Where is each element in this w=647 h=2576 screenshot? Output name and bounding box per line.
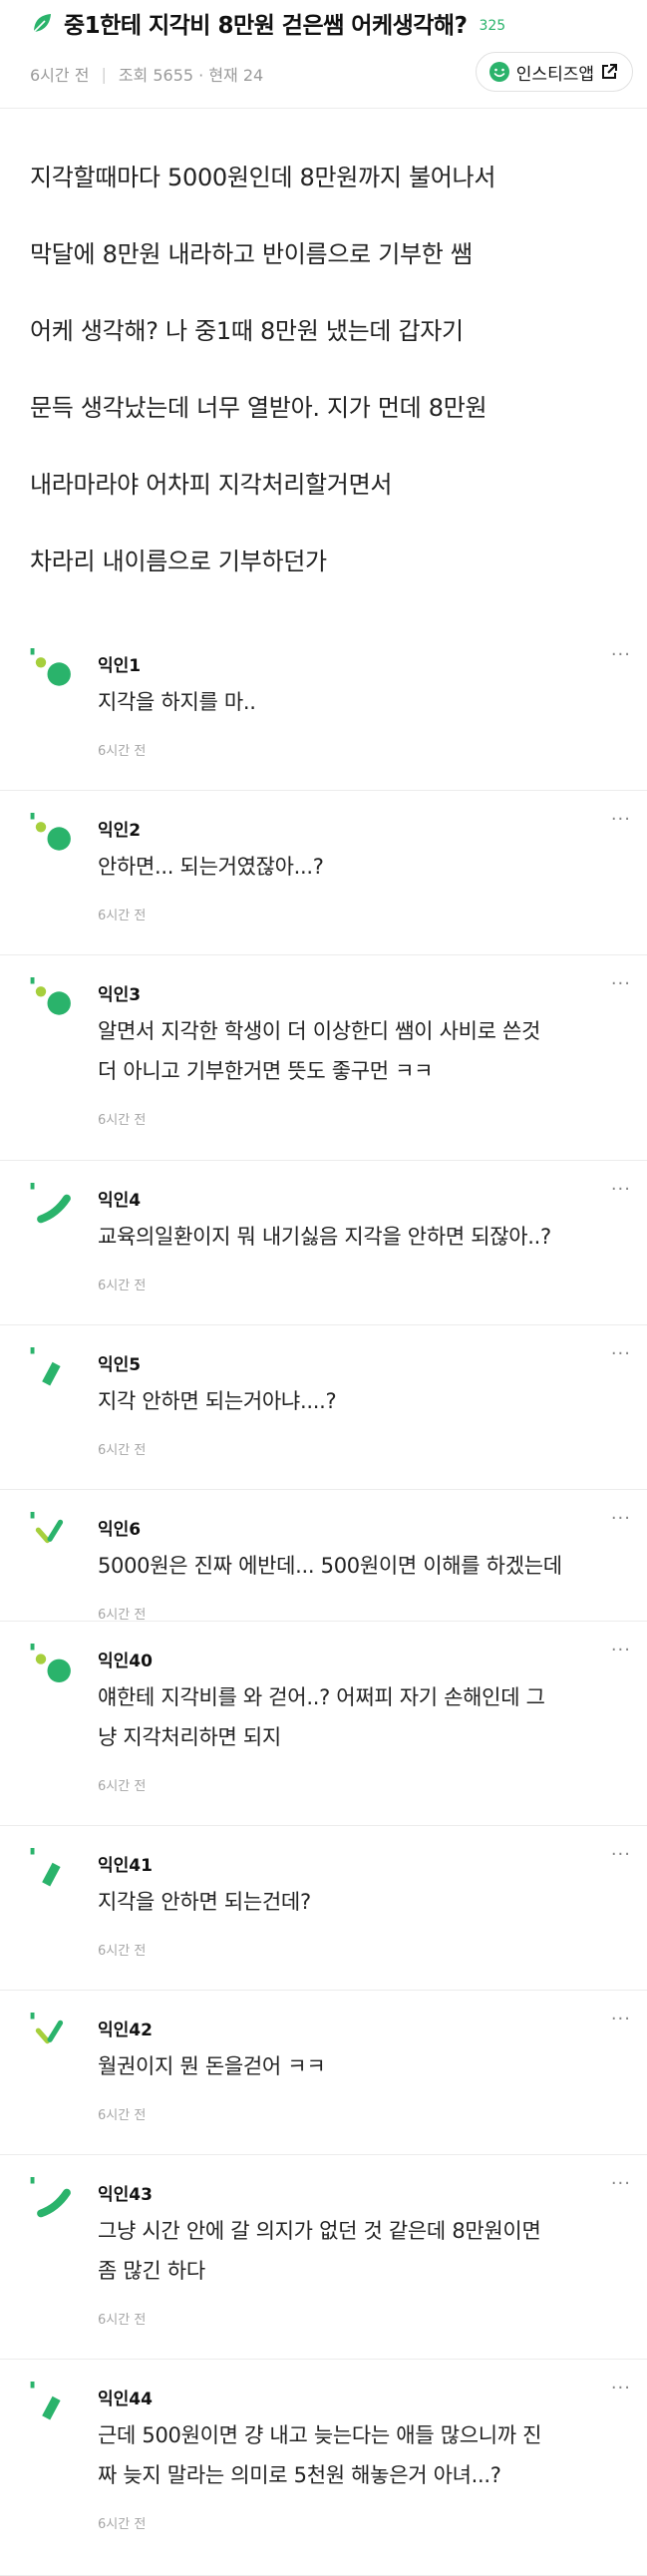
comment-text: 교육의일환이지 뭐 내기싫음 지각을 안하면 되잖아..? bbox=[98, 1225, 551, 1249]
comment-time: 6시간 전 bbox=[98, 1443, 147, 1458]
more-options-icon[interactable]: ··· bbox=[611, 644, 631, 665]
comment-text: 얘한테 지각비를 와 걷어..? 어쩌피 자기 손해인데 그 bbox=[98, 1685, 545, 1709]
meta-divider: | bbox=[101, 64, 107, 84]
comment-time: 6시간 전 bbox=[98, 1113, 147, 1128]
comment-item[interactable]: 익인41 ··· 지각을 안하면 되는건데? 6시간 전 bbox=[0, 1826, 647, 1991]
comment-time: 6시간 전 bbox=[98, 2517, 147, 2532]
more-options-icon[interactable]: ··· bbox=[611, 1844, 631, 1865]
comment-item[interactable]: 익인4 ··· 교육의일환이지 뭐 내기싫음 지각을 안하면 되잖아..? 6시간 전 bbox=[0, 1161, 647, 1325]
comment-item[interactable]: 익인43 ··· 그냥 시간 안에 갈 의지가 없던 것 같은데 8만원이면좀 많긴… bbox=[0, 2155, 647, 2360]
avatar-icon bbox=[28, 2177, 80, 2229]
more-options-icon[interactable]: ··· bbox=[611, 1508, 631, 1529]
avatar-icon bbox=[28, 1644, 80, 1695]
post-header: 중1한테 지각비 8만원 걷은쌤 어케생각해? 325 6시간 전 | 조회 5… bbox=[0, 0, 647, 109]
comment-time: 6시간 전 bbox=[98, 744, 147, 759]
more-options-icon[interactable]: ··· bbox=[611, 2378, 631, 2398]
avatar-icon bbox=[28, 1512, 80, 1564]
more-options-icon[interactable]: ··· bbox=[611, 1343, 631, 1364]
comment-author: 익인4 bbox=[98, 1191, 142, 1211]
comment-item[interactable]: 익인44 ··· 근데 500원이면 걍 내고 늦는다는 애들 많으니까 진짜 늦지… bbox=[0, 2360, 647, 2576]
comment-text: 짜 늦지 말라는 의미로 5천원 해놓은거 아녀...? bbox=[98, 2463, 501, 2487]
comment-item[interactable]: 익인42 ··· 월권이지 뭔 돈을걷어 ㅋㅋ 6시간 전 bbox=[0, 1991, 647, 2155]
comment-time: 6시간 전 bbox=[98, 1608, 147, 1623]
comment-text: 좀 많긴 하다 bbox=[98, 2259, 205, 2283]
more-options-icon[interactable]: ··· bbox=[611, 1640, 631, 1660]
comment-time: 6시간 전 bbox=[98, 2313, 147, 2328]
comment-text: 더 아니고 기부한거면 뜻도 좋구먼 ㅋㅋ bbox=[98, 1059, 434, 1083]
avatar-icon bbox=[28, 2013, 80, 2064]
body-line: 내라마라야 어차피 지각처리할거면서 bbox=[30, 471, 393, 499]
comment-item[interactable]: 익인2 ··· 안하면... 되는거였잖아...? 6시간 전 bbox=[0, 791, 647, 955]
comment-author: 익인6 bbox=[98, 1520, 142, 1540]
comment-item[interactable]: 익인1 ··· 지각을 하지를 마.. 6시간 전 bbox=[0, 626, 647, 791]
comment-text: 알면서 지각한 학생이 더 이상한디 쌤이 사비로 쓴것 bbox=[98, 1019, 541, 1043]
comment-item[interactable]: 익인3 ··· 알면서 지각한 학생이 더 이상한디 쌤이 사비로 쓴것더 아니고 … bbox=[0, 955, 647, 1161]
post-time: 6시간 전 bbox=[30, 66, 90, 85]
avatar-icon bbox=[28, 1347, 80, 1399]
post-title: 중1한테 지각비 8만원 걷은쌤 어케생각해? bbox=[64, 13, 468, 39]
comment-author: 익인44 bbox=[98, 2390, 153, 2409]
avatar-icon bbox=[28, 1848, 80, 1900]
post-meta: 6시간 전 | 조회 5655 · 현재 24 bbox=[30, 62, 263, 86]
avatar-icon bbox=[28, 2382, 80, 2433]
comment-time: 6시간 전 bbox=[98, 2108, 147, 2123]
body-line: 막달에 8만원 내라하고 반이름으로 기부한 쌤 bbox=[30, 240, 473, 268]
comment-item[interactable]: 익인40 ··· 얘한테 지각비를 와 걷어..? 어쩌피 자기 손해인데 그냥 지… bbox=[0, 1622, 647, 1826]
comment-author: 익인40 bbox=[98, 1652, 153, 1671]
comment-time: 6시간 전 bbox=[98, 1779, 147, 1794]
comment-count[interactable]: 325 bbox=[479, 18, 505, 34]
comment-text: 지각 안하면 되는거아냐....? bbox=[98, 1389, 337, 1413]
comment-text: 그냥 시간 안에 갈 의지가 없던 것 같은데 8만원이면 bbox=[98, 2219, 541, 2243]
comment-time: 6시간 전 bbox=[98, 909, 147, 923]
avatar-icon bbox=[28, 1183, 80, 1235]
more-options-icon[interactable]: ··· bbox=[611, 973, 631, 994]
body-line: 어케 생각해? 나 중1때 8만원 냈는데 갑자기 bbox=[30, 317, 464, 345]
smile-icon bbox=[488, 62, 509, 82]
comment-text: 안하면... 되는거였잖아...? bbox=[98, 855, 324, 879]
body-line: 차라리 내이름으로 기부하던가 bbox=[30, 548, 327, 575]
comment-text: 지각을 안하면 되는건데? bbox=[98, 1890, 311, 1914]
avatar-icon bbox=[28, 813, 80, 865]
leaf-icon bbox=[33, 14, 51, 33]
comment-text: 지각을 하지를 마.. bbox=[98, 690, 256, 714]
comment-list: 익인1 ··· 지각을 하지를 마.. 6시간 전 익인2 ··· 안하면... 되는거였… bbox=[0, 626, 647, 2576]
comment-item[interactable]: 익인5 ··· 지각 안하면 되는거아냐....? 6시간 전 bbox=[0, 1325, 647, 1490]
comment-author: 익인3 bbox=[98, 985, 142, 1005]
comment-author: 익인42 bbox=[98, 2021, 153, 2040]
avatar-icon bbox=[28, 648, 80, 700]
comment-text: 5000원은 진짜 에반데... 500원이면 이해를 하겠는데 bbox=[98, 1554, 562, 1578]
view-count: 조회 5655 · 현재 24 bbox=[118, 66, 264, 85]
instiz-app-button[interactable]: 인스티즈앱 bbox=[475, 52, 633, 92]
comment-text: 월권이지 뭔 돈을걷어 ㅋㅋ bbox=[98, 2054, 326, 2078]
title-row: 중1한테 지각비 8만원 걷은쌤 어케생각해? 325 bbox=[30, 6, 505, 40]
more-options-icon[interactable]: ··· bbox=[611, 2173, 631, 2194]
comment-text: 냥 지각처리하면 되지 bbox=[98, 1725, 281, 1749]
app-button-label: 인스티즈앱 bbox=[515, 64, 594, 85]
avatar-icon bbox=[28, 977, 80, 1029]
comment-author: 익인5 bbox=[98, 1355, 142, 1375]
body-line: 지각할때마다 5000원인데 8만원까지 불어나서 bbox=[30, 164, 496, 191]
comment-time: 6시간 전 bbox=[98, 1944, 147, 1959]
more-options-icon[interactable]: ··· bbox=[611, 809, 631, 830]
more-options-icon[interactable]: ··· bbox=[611, 2009, 631, 2029]
more-options-icon[interactable]: ··· bbox=[611, 1179, 631, 1200]
comment-author: 익인2 bbox=[98, 821, 142, 841]
body-line: 문득 생각났는데 너무 열받아. 지가 먼데 8만원 bbox=[30, 394, 487, 422]
post-body: 지각할때마다 5000원인데 8만원까지 불어나서 막달에 8만원 내라하고 반… bbox=[30, 140, 628, 600]
comment-time: 6시간 전 bbox=[98, 1279, 147, 1293]
comment-item[interactable]: 익인6 ··· 5000원은 진짜 에반데... 500원이면 이해를 하겠는데 6시… bbox=[0, 1490, 647, 1623]
comment-author: 익인1 bbox=[98, 656, 142, 676]
external-link-icon bbox=[602, 64, 617, 79]
comment-author: 익인41 bbox=[98, 1856, 153, 1876]
comment-text: 근데 500원이면 걍 내고 늦는다는 애들 많으니까 진 bbox=[98, 2423, 542, 2447]
comment-author: 익인43 bbox=[98, 2185, 153, 2205]
